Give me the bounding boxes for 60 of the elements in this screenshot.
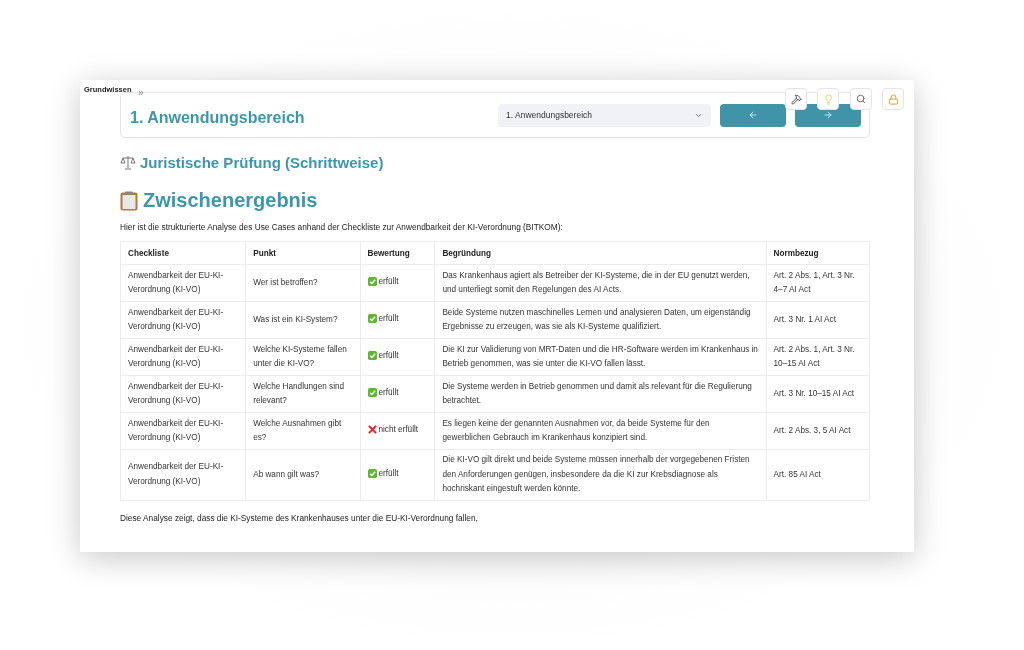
rating-text: nicht erfüllt bbox=[378, 423, 419, 436]
lock-icon bbox=[887, 93, 899, 105]
lock-button[interactable] bbox=[882, 88, 904, 110]
table-cell: Die KI-VO gilt direkt und beide Systeme müssen innerhalb der vorgegebenen Fristen den Anforderungen genügen, insbesondere da die KI zur Krebsdiagnose als hochriskant eingestuft werden könnte. bbox=[434, 449, 767, 500]
search-button[interactable] bbox=[850, 88, 872, 110]
conclusion-text: Diese Analyse zeigt, dass die KI-Systeme des Krankenhauses unter die EU-KI-Verordnung fallen, bbox=[120, 512, 479, 523]
column-header: Checkliste bbox=[120, 241, 246, 265]
column-header: Bewertung bbox=[360, 241, 435, 265]
table-cell: Es liegen keine der genannten Ausnahmen vor, da beide Systeme für den gewerblichen Gebrauch im Krankenhaus konzipiert sind. bbox=[434, 412, 767, 450]
rating-text: erfüllt bbox=[378, 386, 399, 399]
table-cell: Anwendbarkeit der EU-KI-Verordnung (KI-VO) bbox=[120, 338, 246, 376]
hammer-icon bbox=[790, 93, 802, 105]
table-cell: Anwendbarkeit der EU-KI-Verordnung (KI-VO) bbox=[120, 449, 246, 500]
table-cell: Welche KI-Systeme fallen unter die KI-VO? bbox=[245, 338, 360, 376]
check-mark-icon bbox=[367, 313, 377, 323]
table-cell: Was ist ein KI-System? bbox=[245, 301, 360, 339]
arrow-left-icon bbox=[748, 110, 758, 120]
table-cell: Art. 2 Abs. 3, 5 AI Act bbox=[766, 412, 870, 450]
tools-button[interactable] bbox=[785, 88, 807, 110]
table-cell: Ab wann gilt was? bbox=[245, 449, 360, 500]
table-cell: Art. 85 AI Act bbox=[766, 449, 870, 500]
previous-button[interactable] bbox=[720, 103, 786, 127]
column-header: Normbezug bbox=[766, 241, 870, 265]
table-cell: Welche Handlungen sind relevant? bbox=[245, 375, 360, 413]
page-title: 1. Anwendungsbereich bbox=[130, 108, 306, 127]
section-heading: Juristische Prüfung (Schrittweise) bbox=[140, 154, 384, 171]
check-mark-icon bbox=[367, 468, 377, 478]
table-cell: Welche Ausnahmen gibt es? bbox=[245, 412, 360, 450]
column-header: Punkt bbox=[245, 241, 360, 265]
table-cell: Beide Systeme nutzen maschinelles Lernen und analysieren Daten, um eigenständig Ergebnisse zu erzeugen, was sie als KI-Systeme qualifiziert. bbox=[434, 301, 767, 339]
cross-mark-icon bbox=[367, 424, 377, 434]
scales-icon bbox=[120, 155, 136, 170]
check-mark-icon bbox=[367, 387, 377, 397]
table-cell: Wer ist betroffen? bbox=[245, 264, 360, 302]
rating-text: erfüllt bbox=[378, 467, 399, 480]
table-cell: Anwendbarkeit der EU-KI-Verordnung (KI-VO) bbox=[120, 375, 246, 413]
table-cell: Die KI zur Validierung von MRT-Daten und die HR-Software werden im Krankenhaus in Betrieb genommen, was sie unter die KI-VO fallen lässt. bbox=[434, 338, 767, 376]
result-heading: Zwischenergebnis bbox=[143, 189, 318, 212]
table-cell: Art. 3 Nr. 1 AI Act bbox=[766, 301, 870, 339]
section-select[interactable]: 1. Anwendungsbereich bbox=[498, 103, 711, 127]
table-cell: Die Systeme werden in Betrieb genommen und damit als relevant für die Regulierung betrachtet. bbox=[434, 375, 767, 413]
intro-text: Hier ist die strukturierte Analyse des Use Cases anhand der Checkliste zur Anwendbarkeit der KI-Verordnung (BITKOM): bbox=[120, 222, 564, 232]
lightbulb-icon bbox=[822, 93, 834, 105]
check-mark-icon bbox=[367, 350, 377, 360]
table-cell: Art. 3 Nr. 10–15 AI Act bbox=[766, 375, 870, 413]
table-cell: Anwendbarkeit der EU-KI-Verordnung (KI-VO) bbox=[120, 301, 246, 339]
table-cell: Anwendbarkeit der EU-KI-Verordnung (KI-VO) bbox=[120, 412, 246, 450]
rating-text: erfüllt bbox=[378, 312, 399, 325]
column-header: Begründung bbox=[434, 241, 767, 265]
arrow-right-icon bbox=[823, 110, 833, 120]
table-cell: Art. 2 Abs. 1, Art. 3 Nr. 10–15 AI Act bbox=[766, 338, 870, 376]
rating-text: erfüllt bbox=[378, 275, 399, 288]
rating-text: erfüllt bbox=[378, 349, 399, 362]
sidebar-toggle[interactable]: » bbox=[138, 87, 144, 98]
search-icon bbox=[856, 94, 866, 104]
check-mark-icon bbox=[367, 276, 377, 286]
table-cell: Art. 2 Abs. 1, Art. 3 Nr. 4–7 AI Act bbox=[766, 264, 870, 302]
table-cell: Anwendbarkeit der EU-KI-Verordnung (KI-VO) bbox=[120, 264, 246, 302]
clipboard-icon bbox=[120, 190, 138, 211]
table-cell: Das Krankenhaus agiert als Betreiber der KI-Systeme, die in der EU genutzt werden, und unterliegt somit den Regelungen des AI Acts. bbox=[434, 264, 767, 302]
